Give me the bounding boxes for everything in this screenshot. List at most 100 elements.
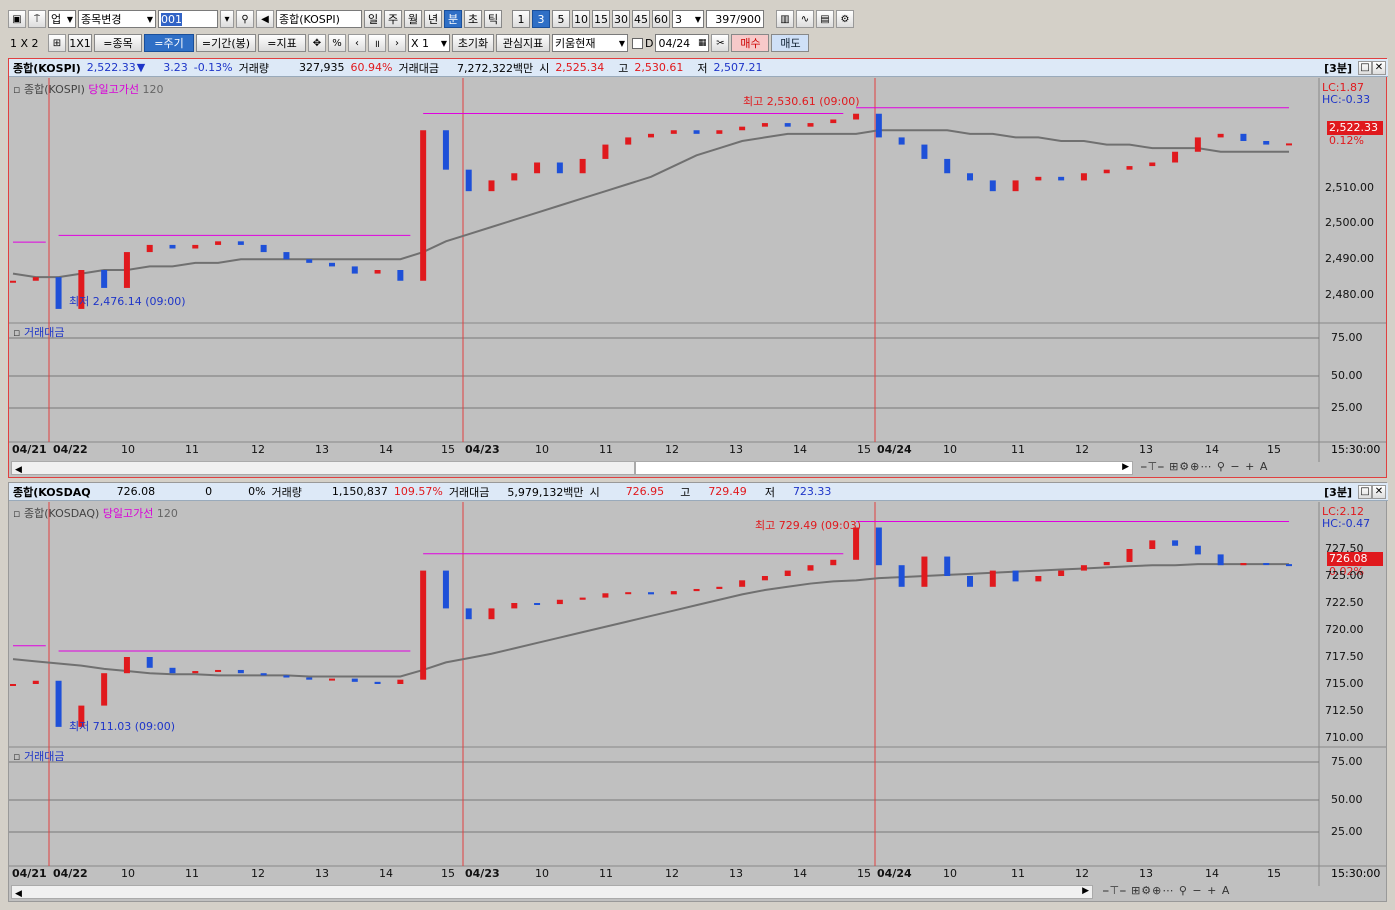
grid-icon[interactable]: ⊞ [48, 34, 66, 52]
high-label: 고 [680, 485, 691, 499]
kosdaq-sub-legend: ▫ 거래대금 [13, 748, 64, 764]
kospi-scroll-thumb[interactable]: ▶ [635, 461, 1133, 475]
gear-icon[interactable]: ⚙ [836, 10, 854, 28]
kospi-zoom-tools[interactable]: ⎯⊤⎯ ⊞⚙⊕⋯ ⚲ − + A [1141, 460, 1268, 474]
layout-1x1-button[interactable]: 1X1 [68, 34, 92, 52]
price-candle [1012, 570, 1019, 582]
indicator-sync-button[interactable]: =지표 [258, 34, 306, 52]
y-tick-label: 712.50 [1325, 704, 1364, 717]
price-candle [123, 657, 130, 674]
pause-icon[interactable]: ॥ [368, 34, 386, 52]
symbol-name-field[interactable]: 종합(KOSPI) [276, 10, 362, 28]
x-tick-label: 15 [441, 443, 455, 456]
kosdaq-chart-svg[interactable] [9, 502, 1386, 901]
minute-10[interactable]: 10 [572, 10, 590, 28]
price-candle [739, 580, 746, 587]
scroll-right-icon[interactable]: ▶ [1082, 886, 1089, 896]
sub-tick-label: 75.00 [1331, 755, 1363, 768]
market-select[interactable]: 업 ▼ [48, 10, 76, 28]
minute-60[interactable]: 60 [652, 10, 670, 28]
minute-5[interactable]: 5 [552, 10, 570, 28]
kosdaq-vol-rate: 109.57% [393, 485, 443, 498]
reset-button[interactable]: 초기화 [452, 34, 494, 52]
price-candle [830, 559, 837, 566]
search-icon[interactable]: ⚲ [236, 10, 254, 28]
scroll-left-icon[interactable]: ◀ [15, 465, 22, 475]
close-icon[interactable]: ✕ [1372, 60, 1386, 75]
price-candle [1172, 540, 1179, 546]
prev-icon[interactable]: ‹ [348, 34, 366, 52]
price-candle [648, 592, 654, 595]
price-candle [944, 556, 951, 576]
line-type-icon[interactable]: ∿ [796, 10, 814, 28]
price-candle [215, 669, 222, 672]
minute-3[interactable]: 3 [532, 10, 550, 28]
kospi-legend: ▫ 종합(KOSPI) 당일고가선 120 [13, 81, 164, 97]
period-minute[interactable]: 분 [444, 10, 462, 28]
window-icon[interactable]: ▣ [8, 10, 26, 28]
scissors-icon[interactable]: ✂ [711, 34, 730, 52]
kospi-chart-svg[interactable] [9, 78, 1386, 477]
interest-indicator-button[interactable]: 관심지표 [496, 34, 550, 52]
minute-1[interactable]: 1 [512, 10, 530, 28]
scroll-right-icon[interactable]: ▶ [1122, 462, 1129, 472]
symbol-change-select[interactable]: 종목변경 ▼ [78, 10, 156, 28]
speaker-icon[interactable]: ◀ [256, 10, 274, 28]
price-candle [739, 126, 746, 131]
kospi-change: 3.23 [163, 61, 188, 74]
kosdaq-zoom-tools[interactable]: ⎯⊤⎯ ⊞⚙⊕⋯ ⚲ − + A [1103, 884, 1230, 898]
period-year[interactable]: 년 [424, 10, 442, 28]
period-tick[interactable]: 틱 [484, 10, 502, 28]
period-month[interactable]: 월 [404, 10, 422, 28]
next-icon[interactable]: › [388, 34, 406, 52]
save-icon[interactable]: ▤ [816, 10, 834, 28]
period-sync-button[interactable]: =주기 [144, 34, 194, 52]
range-sync-button[interactable]: =기간(봉) [196, 34, 256, 52]
kospi-max-annotation: 최고 2,530.61 (09:00) [743, 95, 860, 108]
amount-label: 거래대금 [448, 485, 490, 499]
low-label: 저 [764, 485, 775, 499]
move-icon[interactable]: ✥ [308, 34, 326, 52]
minute-15[interactable]: 15 [592, 10, 610, 28]
kosdaq-legend: ▫ 종합(KOSDAQ) 당일고가선 120 [13, 505, 178, 521]
x-tick-label: 13 [1139, 443, 1153, 456]
candle-type-icon[interactable]: ▥ [776, 10, 794, 28]
kospi-vol-rate: 60.94% [350, 61, 393, 74]
price-candle [283, 675, 290, 678]
price-candle [55, 680, 62, 727]
price-candle [967, 173, 973, 181]
price-candle [1058, 176, 1065, 181]
kosdaq-min-annotation: 최저 711.03 (09:00) [69, 720, 176, 733]
code-input[interactable]: 001 [158, 10, 218, 28]
sell-button[interactable]: 매도 [771, 34, 810, 52]
price-candle [10, 280, 16, 283]
date-input[interactable]: 04/24 ▦ [655, 34, 710, 52]
price-candle [1149, 162, 1156, 167]
date-checkbox[interactable] [632, 37, 643, 49]
volume-label: 거래량 [271, 485, 302, 499]
period-second[interactable]: 초 [464, 10, 482, 28]
chevron-down-icon[interactable]: ▾ [220, 10, 234, 28]
multiplier-select[interactable]: X 1 ▼ [408, 34, 450, 52]
buy-button[interactable]: 매수 [731, 34, 770, 52]
price-candle [784, 570, 791, 576]
minute-30[interactable]: 30 [612, 10, 630, 28]
percent-button[interactable]: % [328, 34, 346, 52]
pin-icon[interactable]: ⍑ [28, 10, 46, 28]
maximize-icon[interactable]: □ [1358, 60, 1372, 75]
minute-45[interactable]: 45 [632, 10, 650, 28]
interval-select[interactable]: 3 ▼ [672, 10, 704, 28]
price-candle [488, 608, 495, 620]
count-field[interactable]: 397/900 [706, 10, 764, 28]
scroll-left-icon[interactable]: ◀ [15, 889, 22, 899]
period-week[interactable]: 주 [384, 10, 402, 28]
maximize-icon[interactable]: □ [1358, 484, 1372, 499]
period-day[interactable]: 일 [364, 10, 382, 28]
symbol-sync-button[interactable]: =종목 [94, 34, 142, 52]
kosdaq-price: 726.08 [116, 485, 156, 498]
kosdaq-scrollbar[interactable]: ◀ ▶ [11, 885, 1093, 899]
close-icon[interactable]: ✕ [1372, 484, 1386, 499]
kiwoom-select[interactable]: 키움현재 ▼ [552, 34, 628, 52]
x-tick-label: 04/24 [877, 867, 912, 880]
kospi-scrollbar[interactable]: ◀ [11, 461, 635, 475]
